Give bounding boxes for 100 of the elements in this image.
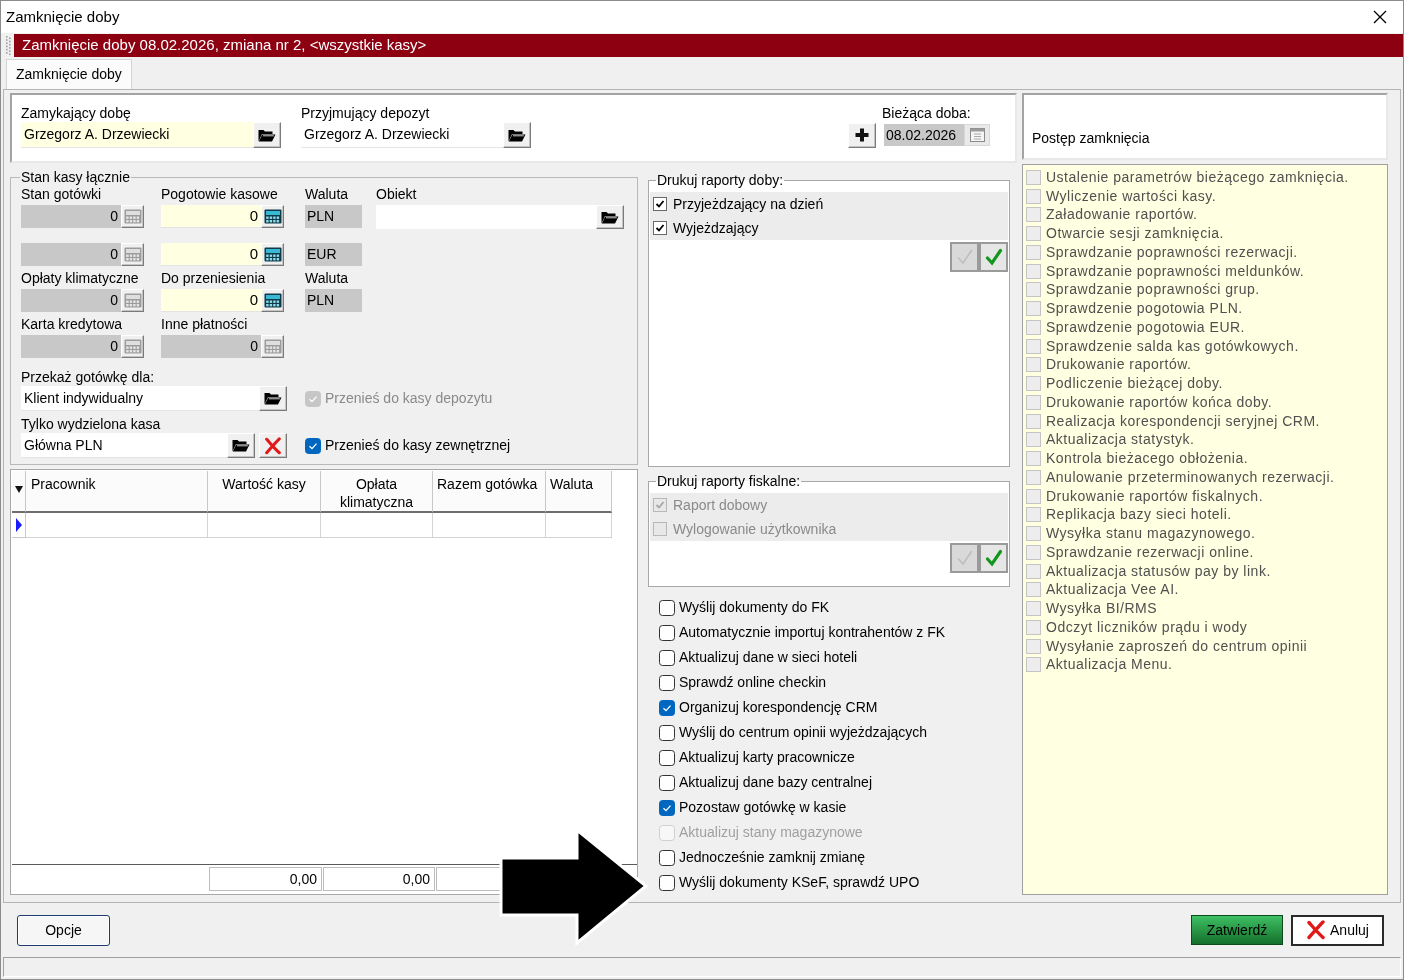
- step-label: Sprawdzanie poprawności grup.: [1046, 281, 1260, 299]
- option-label: Wyślij do centrum opinii wyjeżdzających: [679, 723, 928, 742]
- checkbox[interactable]: [659, 624, 675, 641]
- checkbox[interactable]: [659, 874, 675, 891]
- column-header[interactable]: Razem gotówka: [433, 471, 546, 513]
- report-label: Wyjeżdzający: [673, 218, 759, 238]
- step-label: Aktualizacja statystyk.: [1046, 431, 1195, 449]
- text-field[interactable]: Klient indywidualny: [21, 386, 259, 411]
- checkbox[interactable]: [659, 774, 675, 791]
- column-header[interactable]: Waluta: [546, 471, 612, 513]
- number-field[interactable]: 0: [21, 335, 121, 358]
- number-field[interactable]: 0: [21, 243, 121, 266]
- number-field[interactable]: 0: [161, 205, 261, 228]
- plus-button[interactable]: [848, 122, 876, 148]
- calculator-button[interactable]: [261, 205, 284, 228]
- cancel-button[interactable]: Anuluj: [1291, 914, 1384, 946]
- grip-icon: [6, 36, 11, 55]
- option-label: Aktualizuj dane w sieci hoteli: [679, 648, 858, 667]
- field-label: Zamykający dobę: [21, 105, 131, 121]
- checkbox[interactable]: [659, 749, 675, 766]
- step-label: Otwarcie sesji zamknięcia.: [1046, 225, 1224, 243]
- option-label: Jednocześnie zamknij zmianę: [679, 848, 865, 867]
- number-field[interactable]: 0: [161, 335, 261, 358]
- column-header[interactable]: Opłata klimatyczna: [321, 471, 433, 513]
- number-field[interactable]: 0: [161, 289, 261, 312]
- text-field[interactable]: [376, 205, 596, 229]
- option-label: Sprawdź online checkin: [679, 673, 827, 692]
- folder-button[interactable]: [259, 386, 287, 411]
- check-all-button[interactable]: [979, 242, 1008, 272]
- field-label: Do przeniesienia: [161, 270, 266, 286]
- step-label: Drukowanie raportów fiskalnych.: [1046, 487, 1264, 505]
- step-label: Aktualizacja statusów pay by link.: [1046, 562, 1271, 580]
- calculator-icon: [123, 293, 142, 308]
- folder-button[interactable]: [227, 433, 255, 458]
- step-label: Wysyłka stanu magazynowego.: [1046, 525, 1256, 543]
- calculator-button[interactable]: [261, 289, 284, 312]
- calculator-icon: [123, 209, 142, 224]
- field-label: Waluta: [305, 270, 349, 286]
- step-label: Wyliczenie wartości kasy.: [1046, 187, 1217, 205]
- column-header[interactable]: Pracownik: [26, 471, 208, 513]
- group-title: Stan kasy łącznie: [20, 169, 131, 185]
- date-field[interactable]: 08.02.2026: [884, 124, 964, 146]
- number-field[interactable]: 0: [21, 205, 121, 228]
- step-label: Aktualizacja Vee AI.: [1046, 581, 1179, 599]
- checkbox[interactable]: [659, 599, 675, 616]
- calendar-button[interactable]: [964, 124, 990, 146]
- group-title: Drukuj raporty doby:: [656, 172, 785, 189]
- cross-icon: [264, 436, 282, 455]
- checkbox-label: Przenieś do kasy zewnętrznej: [325, 436, 511, 455]
- tab[interactable]: Zamknięcie doby: [6, 59, 132, 89]
- checkbox[interactable]: [659, 699, 675, 716]
- options-button[interactable]: Opcje: [17, 914, 110, 946]
- checkbox[interactable]: [659, 849, 675, 866]
- step-label: Wysyłka BI/RMS: [1046, 600, 1158, 618]
- field-label: Karta kredytowa: [21, 316, 123, 332]
- number-field[interactable]: 0: [161, 243, 261, 266]
- folder-icon: [232, 439, 250, 452]
- down-triangle-icon[interactable]: [14, 486, 23, 493]
- check-icon: [984, 248, 1003, 266]
- number-field[interactable]: 0: [21, 289, 121, 312]
- text-field[interactable]: Grzegorz A. Drzewiecki: [21, 122, 253, 148]
- folder-button[interactable]: [253, 122, 281, 148]
- text-field[interactable]: Główna PLN: [21, 433, 227, 458]
- step-label: Wysyłanie zaproszeń do centrum opinii: [1046, 637, 1308, 655]
- folder-icon: [508, 128, 526, 142]
- checkbox[interactable]: [659, 799, 675, 816]
- checkbox[interactable]: [653, 221, 667, 235]
- uncheck-all-button[interactable]: [950, 543, 979, 573]
- folder-button[interactable]: [503, 122, 531, 148]
- step-label: Sprawdzanie rezerwacji online.: [1046, 543, 1254, 561]
- check-icon: [955, 549, 974, 567]
- calculator-icon: [263, 209, 282, 224]
- folder-button[interactable]: [596, 205, 624, 229]
- checkbox-label: Przenieś do kasy depozytu: [325, 389, 493, 408]
- column-header[interactable]: Wartość kasy: [208, 471, 321, 513]
- confirm-button[interactable]: Zatwierdź: [1191, 915, 1283, 945]
- total-cell: 0,00: [209, 867, 322, 891]
- field-label: Tylko wydzielona kasa: [21, 416, 161, 433]
- step-label: Anulowanie przeterminowanych rezerwacji.: [1046, 468, 1335, 486]
- step-label: Sprawdzenie salda kas gotówkowych.: [1046, 337, 1299, 355]
- report-label: Wylogowanie użytkownika: [673, 519, 837, 539]
- option-label: Organizuj korespondencję CRM: [679, 698, 878, 717]
- field-label: Inne płatności: [161, 316, 248, 332]
- option-label: Aktualizuj dane bazy centralnej: [679, 773, 872, 792]
- field-label: Pogotowie kasowe: [161, 186, 278, 202]
- checkbox[interactable]: [659, 724, 675, 741]
- uncheck-all-button[interactable]: [950, 242, 979, 272]
- field-label: Przekaż gotówkę dla:: [21, 369, 155, 386]
- clear-button[interactable]: [259, 433, 287, 458]
- calculator-button[interactable]: [261, 243, 284, 266]
- step-label: Załadowanie raportów.: [1046, 206, 1198, 224]
- checkbox[interactable]: [659, 674, 675, 691]
- step-label: Kontrola bieżacego obłożenia.: [1046, 450, 1249, 468]
- field-label: Waluta: [305, 186, 349, 202]
- checkbox[interactable]: [305, 437, 321, 454]
- check-all-button[interactable]: [979, 543, 1008, 573]
- plus-icon: [855, 128, 869, 142]
- checkbox[interactable]: [653, 197, 667, 211]
- checkbox[interactable]: [659, 649, 675, 666]
- check-icon: [955, 248, 974, 266]
